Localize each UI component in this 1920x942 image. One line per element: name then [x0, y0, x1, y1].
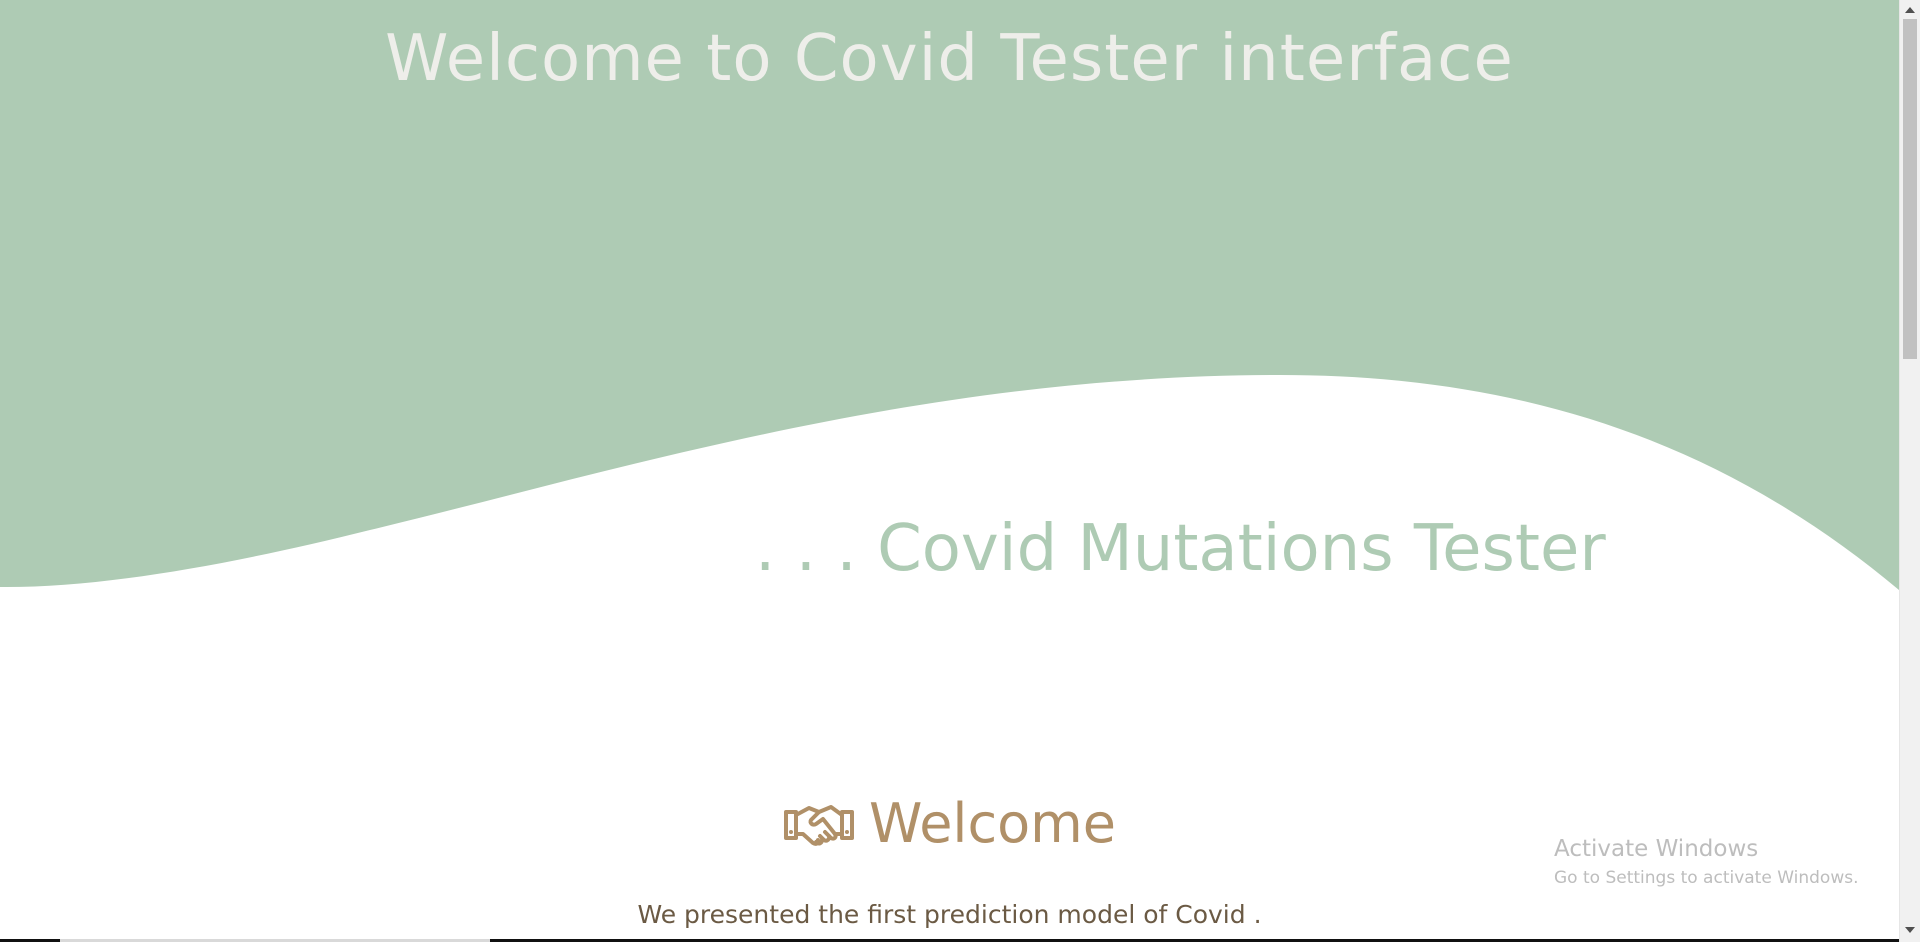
intro-paragraph: We presented the first prediction model …	[637, 900, 1262, 929]
scroll-down-arrow-icon[interactable]	[1905, 927, 1915, 933]
hero-tagline: . . . Covid Mutations Tester	[755, 512, 1606, 586]
windows-activation-watermark: Activate Windows Go to Settings to activ…	[1554, 836, 1859, 888]
vertical-scrollbar[interactable]	[1899, 0, 1920, 942]
page-viewport: Welcome to Covid Tester interface . . . …	[0, 0, 1899, 942]
handshake-icon	[783, 804, 854, 846]
watermark-subtitle: Go to Settings to activate Windows.	[1554, 868, 1859, 888]
welcome-heading-text: Welcome	[868, 792, 1116, 855]
watermark-title: Activate Windows	[1554, 836, 1759, 862]
page-title: Welcome to Covid Tester interface	[385, 22, 1514, 96]
vertical-scrollbar-thumb[interactable]	[1903, 19, 1917, 359]
browser-page: Welcome to Covid Tester interface . . . …	[0, 0, 1920, 942]
scroll-up-arrow-icon[interactable]	[1905, 7, 1915, 13]
